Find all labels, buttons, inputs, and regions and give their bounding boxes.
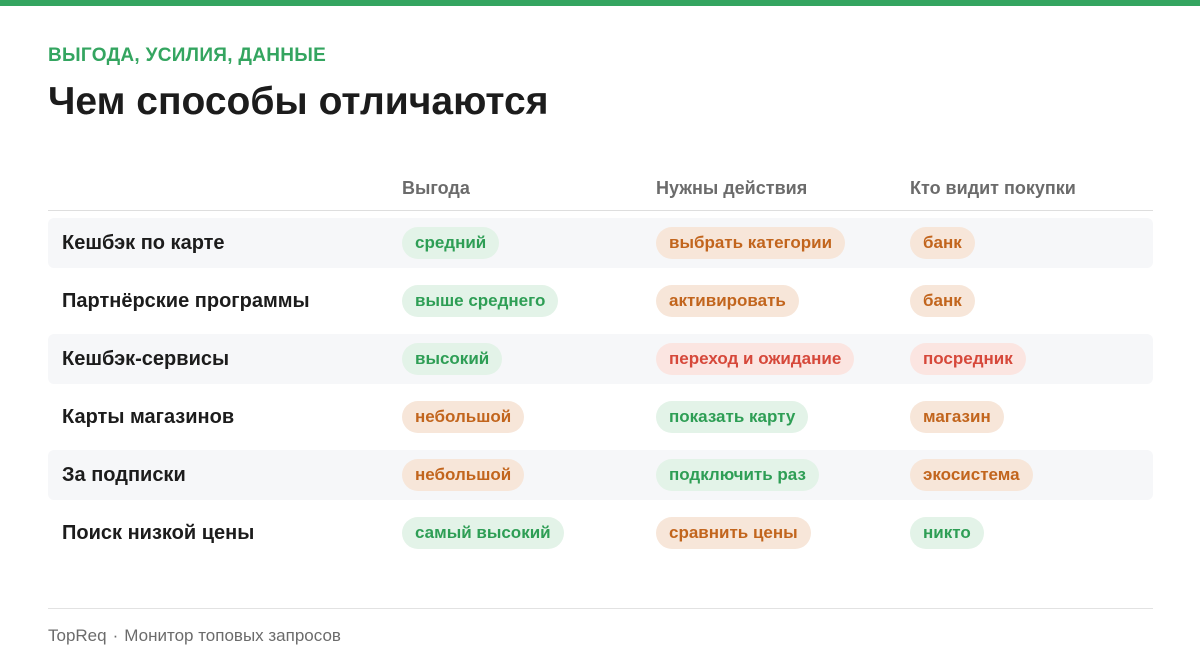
row-label: Партнёрские программы [62, 290, 310, 312]
table-row: За подписки небольшой подключить раз эко… [48, 450, 1153, 500]
row-label: Кешбэк по карте [62, 232, 225, 254]
actions-pill: активировать [656, 285, 799, 317]
eyebrow-label: ВЫГОДА, УСИЛИЯ, ДАННЫЕ [48, 45, 327, 66]
footer: TopReq · Монитор топовых запросов [48, 626, 341, 646]
table-row: Кешбэк-сервисы высокий переход и ожидани… [48, 334, 1153, 384]
footer-tagline: Монитор топовых запросов [124, 626, 341, 645]
table-row: Партнёрские программы выше среднего акти… [48, 276, 1153, 326]
row-label: Карты магазинов [62, 406, 235, 428]
table-row: Кешбэк по карте средний выбрать категори… [48, 218, 1153, 268]
footer-brand: TopReq [48, 626, 107, 645]
visibility-pill: магазин [910, 401, 1004, 433]
footer-separator: · [112, 626, 119, 645]
actions-pill: показать карту [656, 401, 809, 433]
table-row: Поиск низкой цены самый высокий сравнить… [48, 508, 1153, 558]
benefit-pill: средний [402, 227, 500, 259]
column-header-benefit: Выгода [402, 178, 470, 198]
page-title: Чем способы отличаются [48, 80, 549, 123]
benefit-pill: высокий [402, 343, 503, 375]
benefit-pill: самый высокий [402, 517, 564, 549]
row-label: Кешбэк-сервисы [62, 348, 230, 370]
benefit-pill: небольшой [402, 401, 525, 433]
benefit-pill: выше среднего [402, 285, 559, 317]
column-header-actions: Нужны действия [656, 178, 808, 198]
visibility-pill: банк [910, 227, 975, 259]
visibility-pill: никто [910, 517, 984, 549]
accent-top-bar [0, 0, 1200, 6]
footer-divider [48, 608, 1153, 609]
row-label: Поиск низкой цены [62, 522, 255, 544]
table-row: Карты магазинов небольшой показать карту… [48, 392, 1153, 442]
table-header: Выгода Нужны действия Кто видит покупки [48, 166, 1153, 211]
table-body: Кешбэк по карте средний выбрать категори… [48, 211, 1153, 558]
actions-pill: подключить раз [656, 459, 819, 491]
column-header-visibility: Кто видит покупки [910, 178, 1076, 198]
actions-pill: выбрать категории [656, 227, 846, 259]
actions-pill: переход и ожидание [656, 343, 855, 375]
actions-pill: сравнить цены [656, 517, 811, 549]
visibility-pill: банк [910, 285, 975, 317]
row-label: За подписки [62, 464, 186, 486]
benefit-pill: небольшой [402, 459, 525, 491]
visibility-pill: посредник [910, 343, 1026, 375]
comparison-table: Выгода Нужны действия Кто видит покупки … [48, 166, 1153, 566]
visibility-pill: экосистема [910, 459, 1033, 491]
